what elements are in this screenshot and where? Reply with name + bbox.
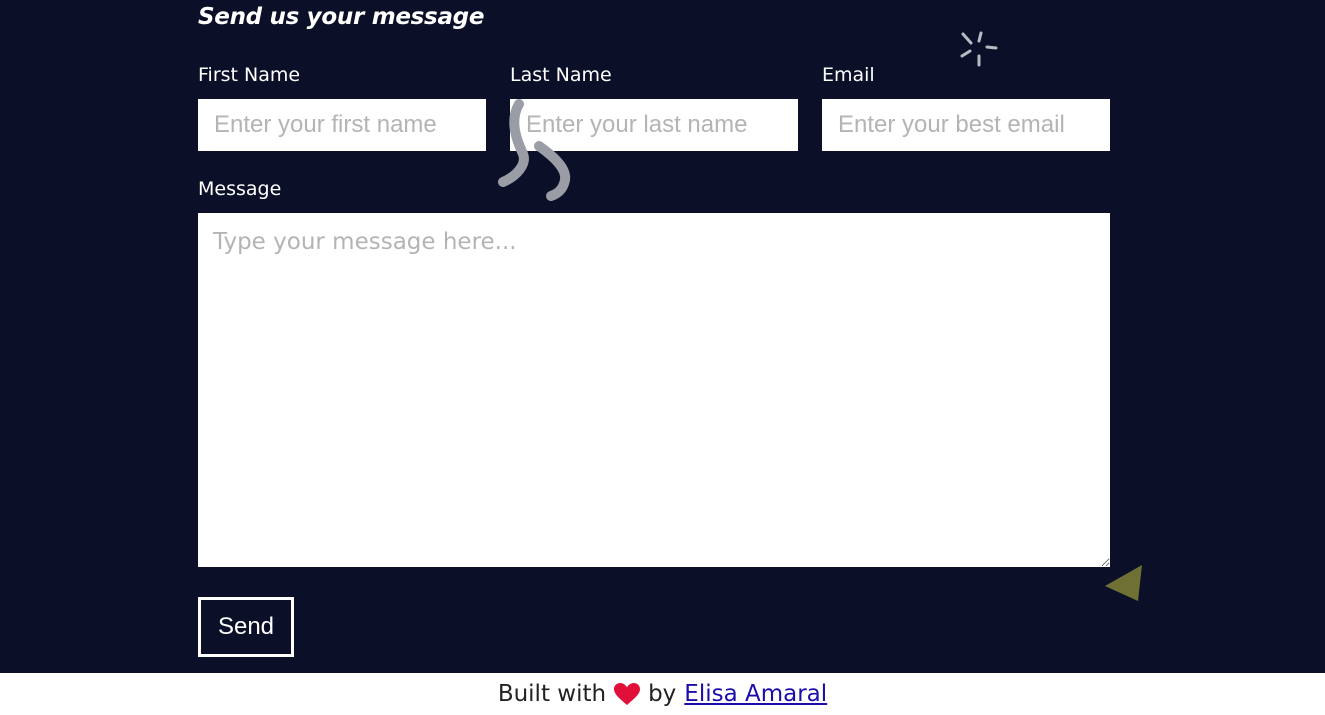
triangle-icon (1105, 565, 1142, 601)
author-link[interactable]: Elisa Amaral (684, 681, 827, 707)
email-input[interactable] (822, 99, 1110, 151)
email-label: Email (822, 64, 875, 86)
message-textarea[interactable] (198, 213, 1110, 567)
footer-by: by (648, 681, 677, 707)
heart-icon (614, 682, 641, 705)
message-label: Message (198, 178, 282, 200)
form-title: Send us your message (198, 4, 485, 30)
first-name-input[interactable] (198, 99, 486, 151)
footer: Built with by Elisa Amaral (0, 673, 1325, 715)
first-name-label: First Name (198, 64, 301, 86)
squiggle-icon (498, 99, 571, 201)
footer-prefix: Built with (497, 681, 607, 707)
contact-section: Send us your message First Name Last Nam… (0, 0, 1325, 673)
last-name-label: Last Name (510, 64, 612, 86)
burst-icon (960, 31, 998, 67)
send-button[interactable]: Send (198, 597, 294, 657)
